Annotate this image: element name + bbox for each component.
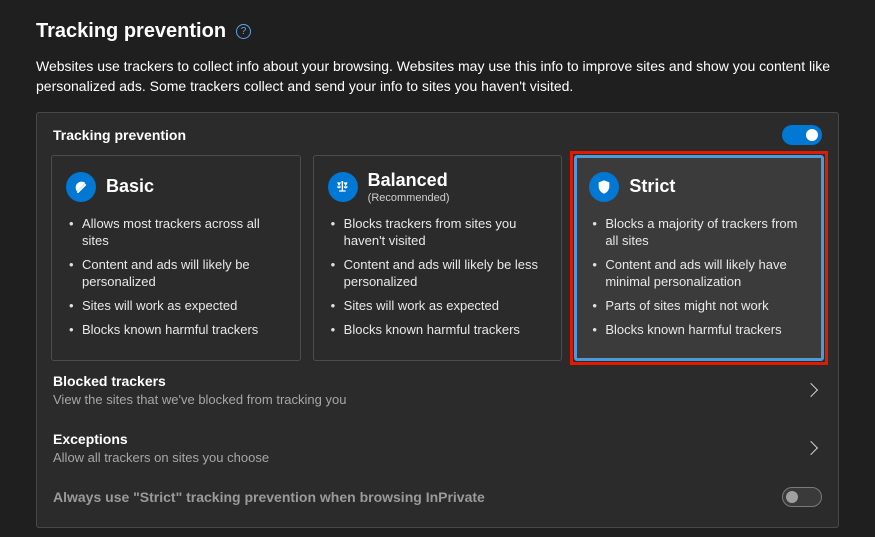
panel-heading: Tracking prevention bbox=[53, 127, 186, 143]
card-strict-bullets: Blocks a majority of trackers from all s… bbox=[589, 216, 809, 338]
tracking-prevention-page: Tracking prevention ? Websites use track… bbox=[0, 0, 875, 528]
list-item: Blocks trackers from sites you haven't v… bbox=[328, 216, 548, 250]
card-balanced-title: Balanced bbox=[368, 171, 450, 191]
card-basic-bullets: Allows most trackers across all sites Co… bbox=[66, 216, 286, 338]
tracking-prevention-toggle[interactable] bbox=[782, 125, 822, 145]
chevron-right-icon bbox=[804, 440, 818, 454]
exceptions-row[interactable]: Exceptions Allow all trackers on sites y… bbox=[51, 409, 824, 467]
list-item: Sites will work as expected bbox=[66, 298, 286, 315]
list-item: Blocks known harmful trackers bbox=[589, 322, 809, 339]
list-item: Blocks a majority of trackers from all s… bbox=[589, 216, 809, 250]
card-basic-head: Basic bbox=[66, 170, 286, 204]
chevron-right-icon bbox=[804, 382, 818, 396]
always-strict-toggle[interactable] bbox=[782, 487, 822, 507]
card-basic-title: Basic bbox=[106, 177, 154, 197]
list-item: Parts of sites might not work bbox=[589, 298, 809, 315]
card-strict[interactable]: Strict Blocks a majority of trackers fro… bbox=[574, 155, 824, 360]
tracking-prevention-panel: Tracking prevention Basic Allows most tr… bbox=[36, 112, 839, 527]
level-cards: Basic Allows most trackers across all si… bbox=[51, 155, 824, 360]
list-item: Allows most trackers across all sites bbox=[66, 216, 286, 250]
card-strict-title: Strict bbox=[629, 177, 675, 197]
card-strict-head: Strict bbox=[589, 170, 809, 204]
card-balanced-head: Balanced (Recommended) bbox=[328, 170, 548, 204]
always-strict-label: Always use "Strict" tracking prevention … bbox=[53, 489, 485, 505]
page-title-row: Tracking prevention ? bbox=[36, 20, 839, 43]
card-balanced-bullets: Blocks trackers from sites you haven't v… bbox=[328, 216, 548, 338]
list-item: Blocks known harmful trackers bbox=[66, 322, 286, 339]
exceptions-subtitle: Allow all trackers on sites you choose bbox=[53, 450, 269, 465]
card-balanced[interactable]: Balanced (Recommended) Blocks trackers f… bbox=[313, 155, 563, 360]
list-item: Content and ads will likely have minimal… bbox=[589, 257, 809, 291]
blocked-trackers-subtitle: View the sites that we've blocked from t… bbox=[53, 392, 346, 407]
list-item: Blocks known harmful trackers bbox=[328, 322, 548, 339]
list-item: Content and ads will likely be personali… bbox=[66, 257, 286, 291]
card-basic[interactable]: Basic Allows most trackers across all si… bbox=[51, 155, 301, 360]
always-strict-row: Always use "Strict" tracking prevention … bbox=[51, 467, 824, 515]
blocked-trackers-title: Blocked trackers bbox=[53, 373, 346, 389]
balance-scale-icon bbox=[328, 172, 358, 202]
panel-header: Tracking prevention bbox=[51, 125, 824, 155]
blocked-trackers-row[interactable]: Blocked trackers View the sites that we'… bbox=[51, 361, 824, 409]
card-balanced-subtitle: (Recommended) bbox=[368, 192, 450, 204]
list-item: Content and ads will likely be less pers… bbox=[328, 257, 548, 291]
basic-icon bbox=[66, 172, 96, 202]
exceptions-title: Exceptions bbox=[53, 431, 269, 447]
intro-text: Websites use trackers to collect info ab… bbox=[36, 57, 839, 96]
list-item: Sites will work as expected bbox=[328, 298, 548, 315]
help-icon[interactable]: ? bbox=[236, 24, 251, 39]
page-title: Tracking prevention bbox=[36, 20, 226, 43]
shield-icon bbox=[589, 172, 619, 202]
